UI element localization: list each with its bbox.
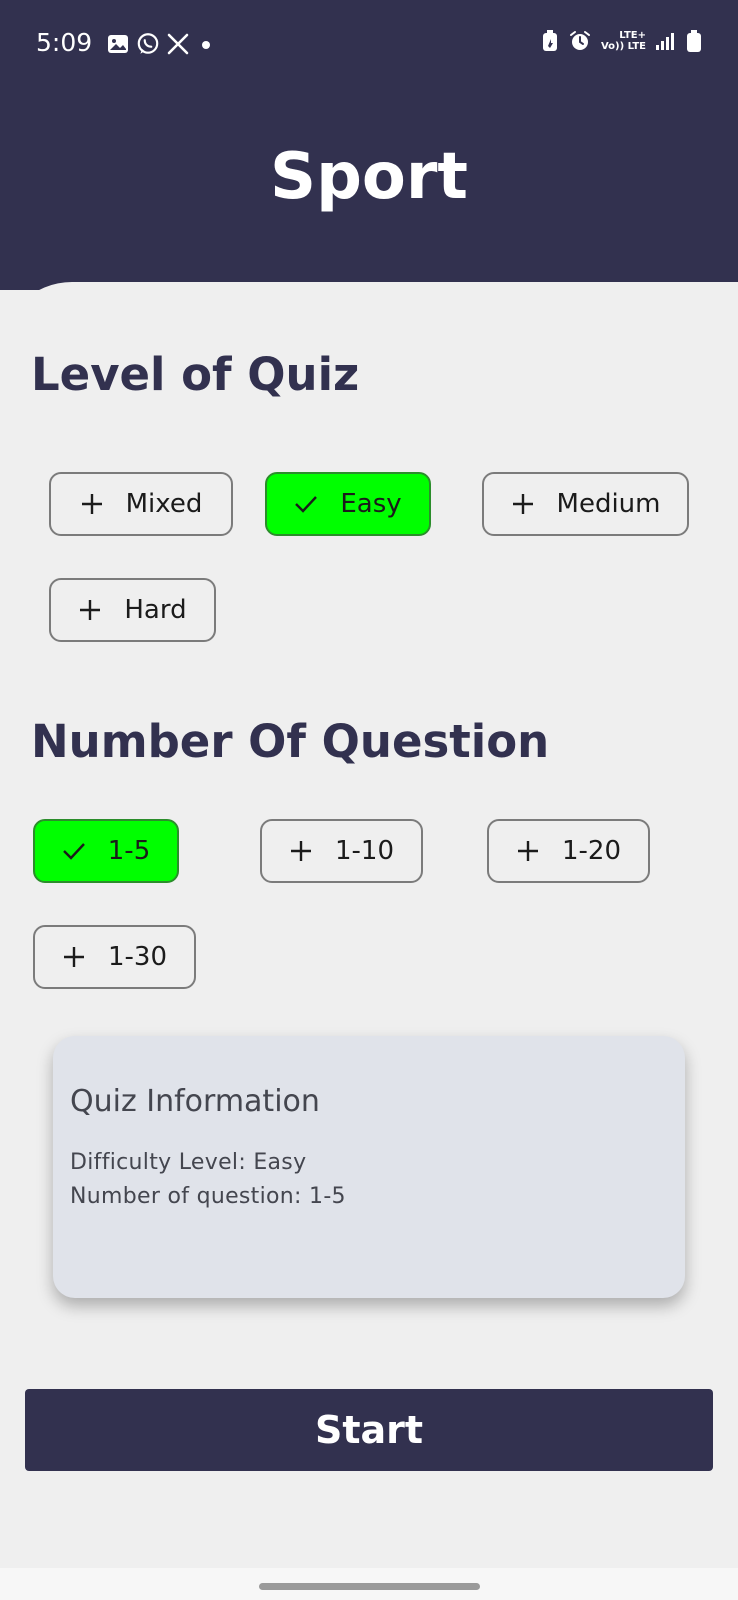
chip-questions-1-20[interactable]: 1-20 [487,819,650,883]
quiz-info-title: Quiz Information [70,1084,320,1119]
plus-icon [63,947,84,967]
status-time: 5:09 [36,28,93,57]
status-bar: 5:09 LTE+ Vo)) LTE [0,0,738,88]
home-gesture-handle[interactable] [259,1583,480,1590]
chip-label: Mixed [125,489,203,519]
plus-icon [517,841,538,861]
volte-icon: LTE+ Vo)) LTE [601,30,646,52]
chip-questions-1-10[interactable]: 1-10 [260,819,423,883]
plus-icon [81,494,102,514]
gallery-icon [108,35,128,53]
page-title: Sport [269,140,469,214]
quiz-info-card: Quiz Information Difficulty Level: Easy … [53,1036,685,1298]
battery-icon [687,30,701,52]
difficulty-level-text: Difficulty Level: Easy [70,1150,307,1175]
chip-questions-1-5[interactable]: 1-5 [33,819,179,883]
system-icons: LTE+ Vo)) LTE [541,28,702,54]
vo-lte-label: Vo)) LTE [600,41,646,52]
chip-level-medium[interactable]: Medium [482,472,689,536]
whatsapp-icon [137,33,159,54]
battery-saver-icon [542,30,557,51]
chip-level-mixed[interactable]: Mixed [49,472,233,536]
plus-icon [290,841,311,861]
notification-icons [106,31,217,57]
chip-level-hard[interactable]: Hard [49,578,216,642]
alarm-icon [569,31,590,50]
chip-label: Medium [556,489,661,519]
check-icon [295,496,318,513]
number-of-question-text: Number of question: 1-5 [70,1184,346,1209]
chip-label: Hard [124,595,187,625]
level-section-title: Level of Quiz [31,348,360,401]
plus-icon [80,600,101,620]
chip-label: 1-30 [107,942,167,972]
dot-icon [202,41,210,49]
chip-label: 1-5 [107,836,151,866]
start-button[interactable]: Start [25,1389,713,1471]
chip-label: 1-20 [561,836,621,866]
lte-plus-label: LTE+ [619,30,646,41]
chip-level-easy[interactable]: Easy [265,472,431,536]
chip-label: 1-10 [334,836,394,866]
check-icon [62,843,85,860]
x-icon [167,33,189,55]
chip-questions-1-30[interactable]: 1-30 [33,925,196,989]
plus-icon [512,494,533,514]
chip-label: Easy [340,489,402,519]
signal-icon [656,33,674,50]
question-section-title: Number Of Question [31,715,550,768]
